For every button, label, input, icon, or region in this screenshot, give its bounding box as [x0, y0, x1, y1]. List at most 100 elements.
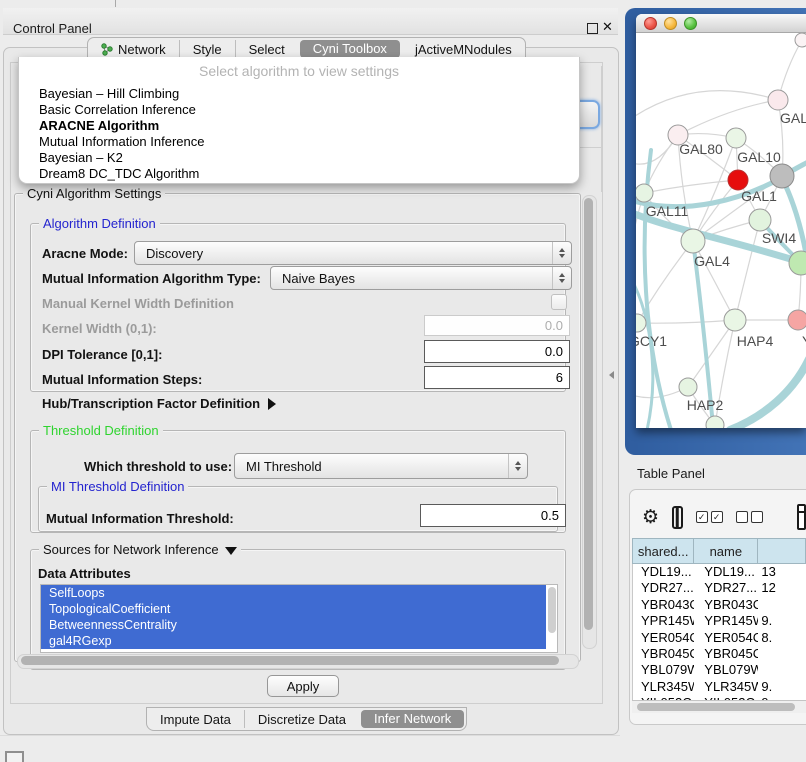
table-row[interactable]: YBL079WYBL079W [633, 662, 806, 678]
network-node-label: HAP4 [737, 333, 774, 349]
network-node-gal1[interactable] [728, 170, 748, 190]
which-threshold-value: MI Threshold [235, 459, 508, 474]
algorithm-option[interactable]: Dream8 DC_TDC Algorithm [22, 166, 576, 182]
deselect-all-checkboxes-icon[interactable] [736, 511, 763, 523]
network-node-gal11[interactable] [636, 184, 653, 202]
mi-algorithm-type-label: Mutual Information Algorithm Type: [42, 271, 261, 286]
table-panel-title: Table Panel [637, 466, 705, 481]
panel-bottom-shadow [0, 735, 620, 736]
tab-label: Select [249, 42, 285, 57]
settings-vertical-scrollbar[interactable] [582, 195, 597, 649]
network-canvas[interactable]: GALGAL80GAL10GAL1GAL11SWI4GAL4GCY1HAP4YH… [636, 33, 806, 428]
table-row[interactable]: YDR27...YDR27...12 [633, 580, 806, 596]
algorithm-option[interactable]: ARACNE Algorithm [22, 118, 576, 134]
export-table-icon[interactable] [797, 504, 806, 530]
network-node[interactable] [770, 164, 794, 188]
kernel-width-input[interactable] [424, 315, 570, 336]
manual-kernel-width-checkbox[interactable] [551, 294, 567, 310]
network-node-hap4[interactable] [724, 309, 746, 331]
aracne-mode-select[interactable]: Discovery [134, 241, 572, 265]
mi-threshold-input[interactable] [420, 504, 566, 527]
network-graph-icon [101, 43, 113, 56]
table-column-header[interactable] [757, 538, 806, 564]
network-node[interactable] [795, 33, 806, 47]
attribute-list-item[interactable]: TopologicalCoefficient [41, 601, 546, 617]
bottom-tab-label: Discretize Data [258, 712, 346, 727]
control-panel-title: Control Panel [13, 21, 92, 36]
close-icon[interactable]: ✕ [602, 19, 613, 35]
table-row[interactable]: YER054CYER054C8. [633, 630, 806, 646]
algorithm-option[interactable]: Bayesian – Hill Climbing [22, 86, 576, 102]
table-cell: YBL079W [633, 662, 694, 678]
table-body: YDL19...YDL19...13YDR27...YDR27...12YBR0… [632, 564, 806, 700]
checked-box-icon: ✓ [711, 511, 723, 523]
list-scrollbar[interactable] [548, 587, 556, 633]
table-cell: YBR043C [694, 597, 758, 613]
gear-icon[interactable]: ⚙ [642, 508, 659, 527]
table-cell: YPR145W [633, 613, 694, 629]
table-column-header[interactable]: shared... [632, 538, 693, 564]
network-window-titlebar[interactable] [636, 14, 806, 33]
tab-label: Network [118, 42, 166, 57]
network-node-label: GAL [780, 110, 806, 126]
table-row[interactable]: YLR345WYLR345W9. [633, 679, 806, 695]
which-threshold-select[interactable]: MI Threshold [234, 453, 528, 479]
table-row[interactable]: YBR043CYBR043C [633, 597, 806, 613]
minimized-panel-icon[interactable] [5, 751, 24, 762]
table-horizontal-scrollbar[interactable] [632, 700, 806, 713]
network-node-gal[interactable] [768, 90, 788, 110]
mac-minimize-icon[interactable] [664, 17, 677, 30]
columns-icon[interactable] [672, 506, 683, 529]
bottom-tab-infer-network[interactable]: Infer Network [361, 710, 464, 728]
hub-definition-label: Hub/Transcription Factor Definition [42, 396, 260, 411]
mi-algorithm-type-select[interactable]: Naive Bayes [270, 266, 572, 290]
network-node-swi4[interactable] [749, 209, 771, 231]
scrollbar-thumb[interactable] [637, 703, 795, 711]
table-row[interactable]: YDL19...YDL19...13 [633, 564, 806, 580]
bottom-tab-impute-data[interactable]: Impute Data [147, 710, 244, 728]
network-edge [637, 320, 735, 323]
tab-cyni-toolbox[interactable]: Cyni Toolbox [300, 40, 400, 58]
table-row[interactable]: YBR045CYBR045C [633, 646, 806, 662]
table-column-header[interactable]: name [693, 538, 757, 564]
algorithm-option[interactable]: Basic Correlation Inference [22, 102, 576, 118]
scrollbar-thumb[interactable] [584, 198, 593, 630]
table-cell: 9. [758, 613, 806, 629]
mi-steps-input[interactable] [424, 366, 570, 389]
tab-jactivemnodules[interactable]: jActiveMNodules [402, 40, 525, 58]
algorithm-definition-title: Algorithm Definition [39, 216, 160, 231]
network-node-y[interactable] [788, 310, 806, 330]
settings-horizontal-scrollbar[interactable] [17, 654, 579, 669]
algorithm-option[interactable]: Bayesian – K2 [22, 150, 576, 166]
algorithm-option[interactable]: Mutual Information Inference [22, 134, 576, 150]
table-cell: 12 [758, 580, 806, 596]
sources-group-title[interactable]: Sources for Network Inference [39, 542, 241, 557]
network-node-gal10[interactable] [726, 128, 746, 148]
bottom-tab-discretize-data[interactable]: Discretize Data [244, 710, 359, 728]
mac-zoom-icon[interactable] [684, 17, 697, 30]
splitter-collapse-icon[interactable] [609, 371, 614, 379]
attribute-list-item[interactable]: SelfLoops [41, 585, 546, 601]
scrollbar-thumb[interactable] [21, 656, 559, 665]
network-node-label: GAL1 [741, 188, 777, 204]
float-window-icon[interactable] [587, 23, 598, 34]
table-row[interactable]: YPR145WYPR145W9. [633, 613, 806, 629]
aracne-mode-value: Discovery [135, 246, 552, 261]
data-attributes-list[interactable]: SelfLoopsTopologicalCoefficientBetweenne… [40, 584, 558, 653]
mac-close-icon[interactable] [644, 17, 657, 30]
attribute-list-item[interactable]: BetweennessCentrality [41, 617, 546, 633]
hub-definition-expander[interactable]: Hub/Transcription Factor Definition [42, 396, 276, 411]
dpi-tolerance-input[interactable] [424, 340, 570, 363]
select-all-checkboxes-icon[interactable]: ✓✓ [696, 511, 723, 523]
network-node-gal4[interactable] [681, 229, 705, 253]
mi-threshold-group-title: MI Threshold Definition [47, 479, 188, 494]
tab-network[interactable]: Network [88, 40, 179, 58]
sources-group-title-text: Sources for Network Inference [43, 542, 219, 557]
table-cell: YPR145W [694, 613, 758, 629]
apply-button[interactable]: Apply [267, 675, 339, 697]
network-node-hap2[interactable] [679, 378, 697, 396]
tab-style[interactable]: Style [179, 40, 235, 58]
tab-select[interactable]: Select [235, 40, 298, 58]
attribute-list-item[interactable]: gal4RGexp [41, 633, 546, 649]
checked-box-icon: ✓ [696, 511, 708, 523]
